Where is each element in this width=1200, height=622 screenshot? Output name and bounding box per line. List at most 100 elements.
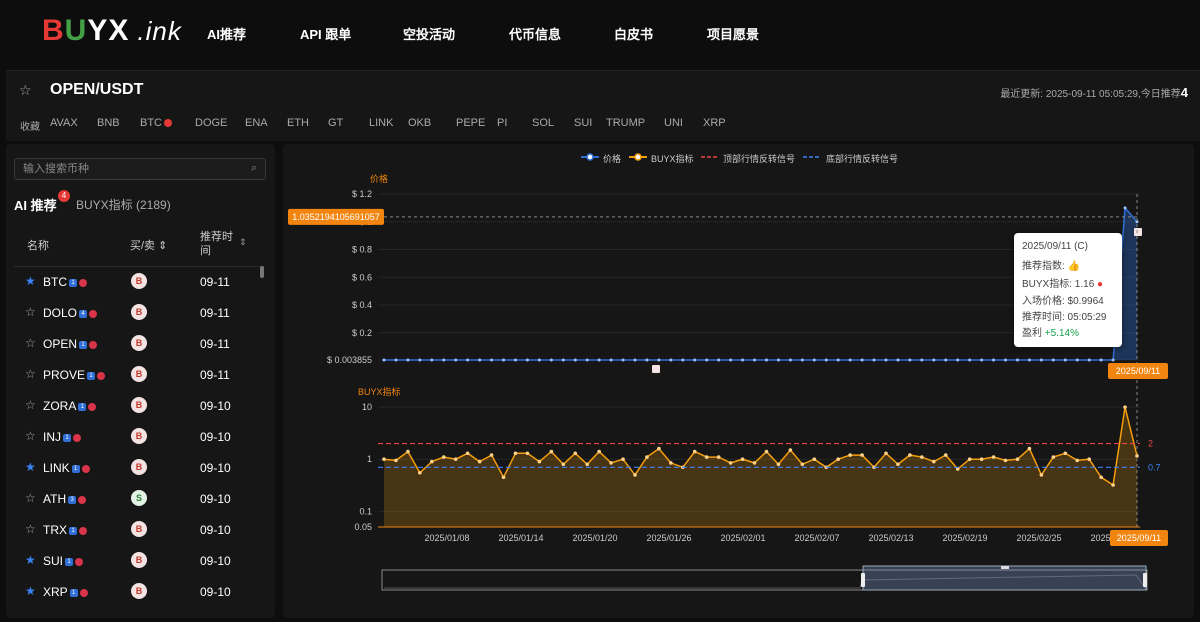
fire-icon [78, 495, 87, 504]
row-coin-name: DOLO 4 [43, 306, 98, 320]
buy-signal-badge: B [131, 335, 147, 351]
row-star-icon[interactable]: ★ [25, 553, 36, 567]
nav-token-info[interactable]: 代币信息 [509, 24, 561, 43]
col-name-header: 名称 [27, 240, 49, 252]
row-star-icon[interactable]: ☆ [25, 491, 36, 505]
row-star-icon[interactable]: ☆ [25, 522, 36, 536]
row-date: 09-10 [200, 585, 231, 599]
row-star-icon[interactable]: ☆ [25, 336, 36, 350]
fav-coin-bnb[interactable]: BNB [97, 117, 120, 129]
legend-top-signal-label[interactable]: 顶部行情反转信号 [723, 152, 795, 165]
tab-buyx-indicator[interactable]: BUYX指标 (2189) [76, 196, 171, 213]
fire-icon [79, 588, 88, 597]
buy-signal-badge: B [131, 397, 147, 413]
tab-ai-recommend[interactable]: AI 推荐 [14, 195, 57, 214]
fav-coin-link[interactable]: LINK [369, 117, 393, 129]
fav-coin-sui[interactable]: SUI [574, 117, 592, 129]
rank-badge-icon: 1 [69, 278, 77, 287]
table-row[interactable]: ★ BTC 1 B 09-11 [14, 266, 260, 297]
tooltip-time: 推荐时间: 05:05:29 [1022, 312, 1107, 323]
row-star-icon[interactable]: ☆ [25, 367, 36, 381]
row-coin-name: SUI 1 [43, 554, 84, 568]
legend-buyx-label[interactable]: BUYX指标 [651, 152, 694, 165]
fav-coin-avax[interactable]: AVAX [50, 117, 78, 129]
coin-sidebar: ⌕ AI 推荐 4 BUYX指标 (2189) 名称 买/卖 ⇕ 推荐时间 ⇕ … [6, 144, 275, 618]
table-row[interactable]: ☆ OPEN 1 B 09-11 [14, 328, 260, 359]
row-star-icon[interactable]: ☆ [25, 429, 36, 443]
fav-coin-pi[interactable]: PI [497, 117, 507, 129]
row-star-icon[interactable]: ☆ [25, 398, 36, 412]
fav-coin-btc[interactable]: BTC [140, 117, 172, 129]
row-star-icon[interactable]: ★ [25, 274, 36, 288]
fav-coin-xrp[interactable]: XRP [703, 117, 726, 129]
table-row[interactable]: ☆ PROVE 1 B 09-11 [14, 359, 260, 390]
table-row[interactable]: ★ SUI 1 B 09-10 [14, 545, 260, 576]
table-row[interactable]: ★ LINK 1 B 09-10 [14, 452, 260, 483]
alert-dot-icon [164, 119, 172, 128]
nav-api-copy[interactable]: API 跟单 [300, 24, 351, 43]
row-star-icon[interactable]: ★ [25, 584, 36, 598]
col-side-header[interactable]: 买/卖 ⇕ [130, 237, 167, 253]
buy-signal-badge: B [131, 521, 147, 537]
tooltip-date: 2025/09/11 (C) [1022, 241, 1088, 252]
last-updated: 最近更新: 2025-09-11 05:05:29,今日推荐4 [1000, 85, 1188, 100]
fav-coin-pepe[interactable]: PEPE [456, 117, 485, 129]
fav-coin-eth[interactable]: ETH [287, 117, 309, 129]
fav-coin-doge[interactable]: DOGE [195, 117, 227, 129]
rank-badge-icon: 3 [68, 495, 77, 504]
fav-coin-ena[interactable]: ENA [245, 117, 268, 129]
row-star-icon[interactable]: ★ [25, 460, 36, 474]
row-coin-name: TRX 1 [43, 523, 87, 537]
fav-coin-gt[interactable]: GT [328, 117, 343, 129]
fav-coin-trump[interactable]: TRUMP [606, 117, 645, 129]
nav-vision[interactable]: 项目愿景 [707, 24, 759, 43]
table-row[interactable]: ★ XRP 1 B 09-10 [14, 576, 260, 607]
tab-ai-badge: 4 [58, 190, 70, 202]
search-icon[interactable]: ⌕ [251, 162, 257, 175]
search-input[interactable] [15, 159, 241, 179]
fire-icon [89, 309, 98, 318]
fire-icon [97, 371, 106, 380]
fire-icon [79, 526, 87, 535]
tooltip-index: 推荐指数: 👍 [1022, 261, 1081, 272]
table-row[interactable]: ☆ TRX 1 B 09-10 [14, 514, 260, 545]
row-star-icon[interactable]: ☆ [25, 305, 36, 319]
fire-icon: ● [1097, 279, 1104, 290]
legend-price-label[interactable]: 价格 [603, 152, 621, 165]
col-time-header[interactable]: 推荐时间 [200, 230, 234, 258]
nav-ai-recommend[interactable]: AI推荐 [207, 24, 246, 43]
fav-coin-okb[interactable]: OKB [408, 117, 431, 129]
sell-signal-badge: S [131, 490, 147, 506]
rank-badge-icon: 1 [69, 526, 77, 535]
row-date: 09-10 [200, 461, 231, 475]
legend-price-dot [586, 153, 594, 161]
row-date: 09-10 [200, 399, 231, 413]
sort-time-icon[interactable]: ⇕ [239, 237, 247, 248]
fav-coin-uni[interactable]: UNI [664, 117, 683, 129]
fire-icon [79, 278, 87, 287]
legend-bottom-signal-label[interactable]: 底部行情反转信号 [826, 152, 898, 165]
rank-badge-icon: 1 [79, 340, 88, 349]
nav-whitepaper[interactable]: 白皮书 [614, 24, 653, 43]
search-box[interactable]: ⌕ [14, 158, 266, 180]
row-date: 09-11 [200, 368, 230, 382]
table-row[interactable]: ☆ ZORA 1 B 09-10 [14, 390, 260, 421]
table-row[interactable]: ☆ ATH 3 S 09-10 [14, 483, 260, 514]
fav-coin-sol[interactable]: SOL [532, 117, 554, 129]
row-date: 09-10 [200, 430, 231, 444]
rank-badge-icon: 1 [65, 557, 74, 566]
table-row[interactable]: ☆ INJ 1 B 09-10 [14, 421, 260, 452]
top-nav: BUYX .ink AI推荐 API 跟单 空投活动 代币信息 白皮书 项目愿景 [0, 0, 1200, 64]
row-coin-name: ZORA 1 [43, 399, 97, 413]
list-scrollbar[interactable] [260, 266, 264, 278]
row-date: 09-11 [200, 337, 230, 351]
favorite-star-icon[interactable]: ☆ [19, 82, 32, 99]
brand-logo[interactable]: BUYX .ink [42, 14, 182, 48]
nav-airdrop[interactable]: 空投活动 [403, 24, 455, 43]
rank-badge-icon: 1 [87, 371, 96, 380]
row-coin-name: PROVE 1 [43, 368, 106, 382]
pair-header: ☆ OPEN/USDT 最近更新: 2025-09-11 05:05:29,今日… [6, 70, 1200, 141]
fire-icon [75, 557, 84, 566]
buy-signal-badge: B [131, 583, 147, 599]
table-row[interactable]: ☆ DOLO 4 B 09-11 [14, 297, 260, 328]
